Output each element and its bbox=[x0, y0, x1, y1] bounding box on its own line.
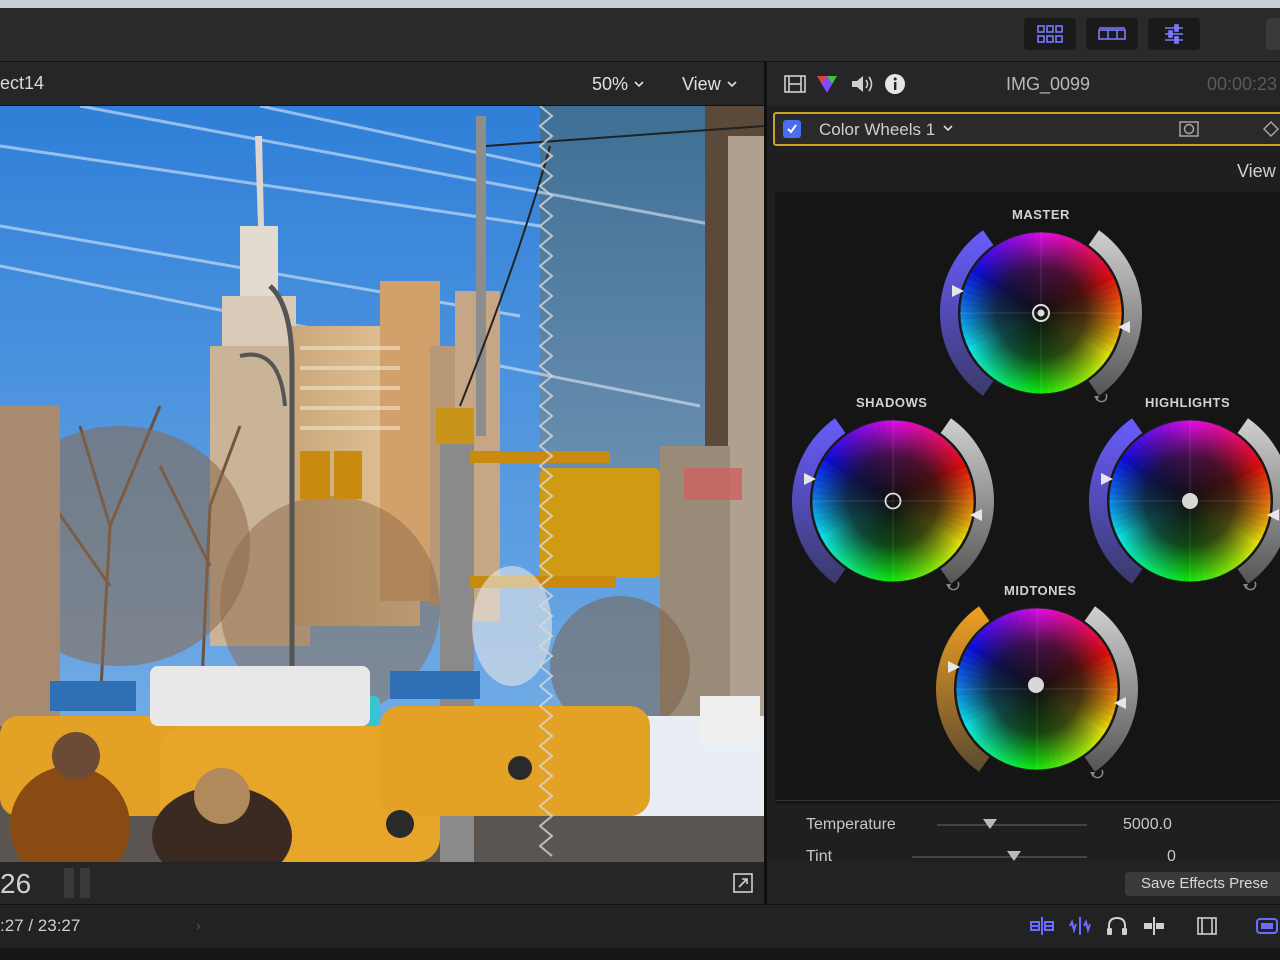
reset-icon[interactable] bbox=[1243, 581, 1257, 591]
info-icon bbox=[885, 74, 905, 94]
color-wheels bbox=[792, 230, 1280, 779]
inspector-toggle-button[interactable] bbox=[1148, 18, 1200, 50]
headphones-icon[interactable] bbox=[1104, 915, 1130, 937]
grid-icon bbox=[1037, 25, 1063, 43]
midtones-puck[interactable] bbox=[1028, 677, 1044, 693]
reset-icon[interactable] bbox=[1094, 393, 1108, 403]
video-frame bbox=[0, 106, 764, 862]
chevron-right-icon[interactable]: › bbox=[196, 917, 201, 933]
zoom-popup[interactable]: 50% bbox=[592, 72, 644, 96]
skimming-icon[interactable] bbox=[1028, 915, 1056, 937]
timecode-bar bbox=[80, 868, 90, 898]
param-label: Temperature bbox=[806, 816, 896, 833]
fullscreen-icon[interactable] bbox=[732, 872, 754, 894]
app-toolbar bbox=[0, 8, 1280, 62]
filmstrip-icon bbox=[1098, 27, 1126, 40]
timeline-toggle-button[interactable] bbox=[1086, 18, 1138, 50]
share-button[interactable] bbox=[1266, 18, 1280, 50]
project-name: ect14 bbox=[0, 73, 45, 93]
clip-duration: 00:00:23 bbox=[1207, 74, 1278, 94]
film-icon bbox=[784, 75, 806, 93]
tint-slider-thumb[interactable] bbox=[1007, 851, 1021, 861]
viewer-footer: 26 bbox=[0, 862, 764, 904]
video-inspector-tab[interactable] bbox=[783, 72, 807, 96]
view-label: View bbox=[682, 73, 721, 94]
browser-toggle-button[interactable] bbox=[1024, 18, 1076, 50]
midtones-color-wheel[interactable] bbox=[936, 606, 1138, 779]
separator bbox=[775, 800, 1280, 801]
clip-name: IMG_0099 bbox=[1006, 74, 1091, 94]
highlights-color-wheel[interactable] bbox=[1089, 418, 1280, 591]
speaker-icon bbox=[852, 76, 873, 92]
timeline-toolbar: :27 / 23:27 › bbox=[0, 904, 1280, 948]
zoom-value: 50% bbox=[592, 73, 629, 94]
chevron-down-icon bbox=[634, 81, 644, 87]
inspector-header: IMG_0099 00:00:23 bbox=[767, 62, 1280, 106]
temperature-slider-thumb[interactable] bbox=[983, 819, 997, 829]
sliders-icon bbox=[1165, 24, 1183, 44]
solo-icon[interactable] bbox=[1140, 915, 1168, 937]
info-inspector-tab[interactable] bbox=[883, 72, 907, 96]
param-value[interactable]: 5000.0 bbox=[1123, 816, 1172, 834]
viewer-canvas[interactable] bbox=[0, 106, 764, 862]
view-popup[interactable]: View bbox=[682, 72, 737, 96]
clip-appearance-icon[interactable] bbox=[1194, 915, 1220, 937]
audio-skimming-icon[interactable] bbox=[1066, 915, 1094, 937]
highlights-puck[interactable] bbox=[1182, 493, 1198, 509]
temperature-slider[interactable] bbox=[937, 824, 1087, 826]
viewer-header: ect14 50% View bbox=[0, 62, 764, 106]
color-inspector-tab[interactable] bbox=[815, 72, 839, 96]
timeline-index-icon[interactable] bbox=[1252, 915, 1280, 937]
shadows-color-wheel[interactable] bbox=[792, 418, 994, 591]
inspector-footer: Save Effects Prese bbox=[767, 862, 1280, 904]
audio-inspector-tab[interactable] bbox=[849, 72, 875, 96]
reset-icon[interactable] bbox=[1090, 769, 1104, 779]
viewer-timecode: 26 bbox=[0, 868, 32, 899]
chevron-down-icon bbox=[727, 81, 737, 87]
save-effects-preset-button[interactable]: Save Effects Prese bbox=[1125, 872, 1280, 896]
timeline-strip bbox=[0, 948, 1280, 960]
window-top-strip bbox=[0, 0, 1280, 8]
master-color-wheel[interactable] bbox=[940, 230, 1142, 403]
timecode-bar bbox=[64, 868, 74, 898]
reset-icon[interactable] bbox=[946, 581, 960, 591]
color-prism-icon bbox=[817, 76, 837, 93]
tint-slider[interactable] bbox=[912, 856, 1087, 858]
timeline-timecode: :27 / 23:27 bbox=[0, 916, 81, 935]
